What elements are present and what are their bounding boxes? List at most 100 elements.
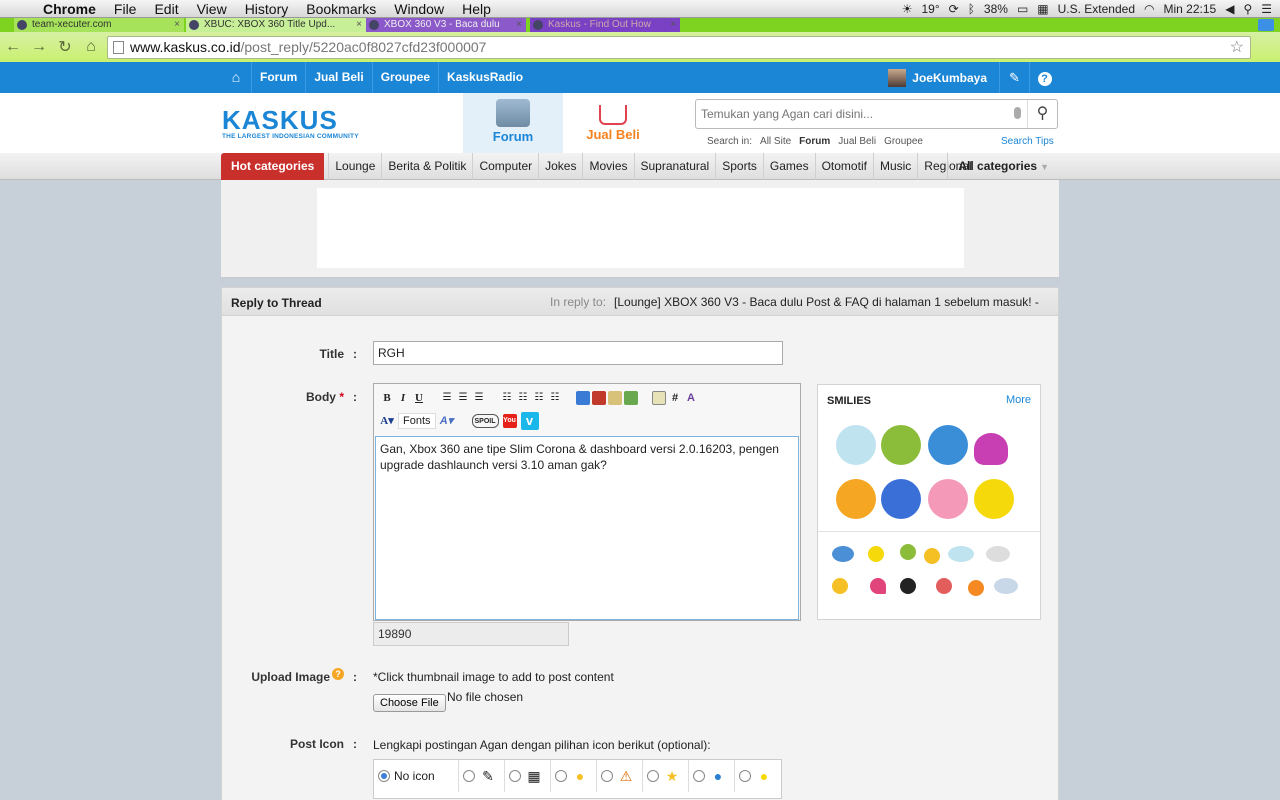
search-scope-allsite[interactable]: All Site: [760, 136, 791, 147]
category-sports[interactable]: Sports: [715, 153, 763, 180]
smiley-small-icon[interactable]: [948, 546, 974, 562]
bold-button[interactable]: B: [380, 391, 394, 405]
search-scope-groupee[interactable]: Groupee: [884, 136, 923, 147]
thread-title-link[interactable]: [Lounge] XBOX 360 V3 - Baca dulu Post & …: [614, 295, 1039, 309]
category-berita-politik[interactable]: Berita & Politik: [381, 153, 472, 180]
smiley-icon[interactable]: [881, 479, 921, 519]
search-input[interactable]: [701, 105, 1001, 123]
numbered-list-icon[interactable]: ☷: [516, 391, 530, 405]
all-categories-dropdown[interactable]: All categories ▼: [947, 153, 1059, 180]
close-tab-icon[interactable]: ×: [174, 18, 180, 32]
nav-groupee-link[interactable]: Groupee: [371, 62, 438, 93]
home-icon[interactable]: ⌂: [221, 62, 251, 93]
browser-tab[interactable]: Kaskus - Find Out How ×: [530, 18, 680, 32]
title-input[interactable]: RGH: [373, 341, 783, 365]
smiley-small-icon[interactable]: [994, 578, 1018, 594]
address-bar[interactable]: www.kaskus.co.id/post_reply/5220ac0f8027…: [107, 36, 1251, 59]
browser-tab[interactable]: XBUC: XBOX 360 Title Upd... ×: [186, 18, 366, 32]
category-games[interactable]: Games: [762, 153, 815, 180]
outdent-icon[interactable]: ☷: [548, 391, 562, 405]
smiley-small-icon[interactable]: [968, 580, 984, 596]
help-question-icon[interactable]: ?: [332, 668, 344, 680]
underline-button[interactable]: U: [412, 391, 426, 405]
clock[interactable]: Min 22:15: [1164, 0, 1217, 18]
close-tab-icon[interactable]: ×: [670, 18, 676, 32]
quote-icon[interactable]: [652, 391, 666, 405]
avatar[interactable]: [888, 68, 907, 87]
battery-icon[interactable]: ▭: [1017, 0, 1028, 18]
post-icon-option[interactable]: ⚠: [597, 760, 643, 792]
choose-file-button[interactable]: Choose File: [373, 694, 446, 712]
align-right-icon[interactable]: ☰: [472, 391, 486, 405]
vimeo-icon[interactable]: v: [520, 412, 539, 430]
wifi-icon[interactable]: ◠: [1144, 0, 1154, 18]
insert-image-icon[interactable]: [624, 391, 638, 405]
menu-app-chrome[interactable]: Chrome: [34, 0, 105, 18]
smiley-icon[interactable]: [974, 479, 1014, 519]
post-icon-option[interactable]: ★: [643, 760, 689, 792]
search-scope-jualbeli[interactable]: Jual Beli: [838, 136, 876, 147]
spoiler-icon[interactable]: SPOIL: [471, 414, 499, 428]
smiley-small-icon[interactable]: [924, 548, 940, 564]
smiley-icon[interactable]: [881, 425, 921, 465]
italic-button[interactable]: I: [396, 391, 410, 405]
font-size-icon[interactable]: A▾: [440, 414, 454, 428]
hash-icon[interactable]: #: [668, 391, 682, 405]
nav-forum-link[interactable]: Forum: [251, 62, 305, 93]
post-icon-option[interactable]: ✎: [459, 760, 505, 792]
forward-icon[interactable]: →: [26, 38, 52, 56]
radio[interactable]: [555, 770, 567, 782]
smiley-small-icon[interactable]: [832, 546, 854, 562]
post-icon-option[interactable]: ●: [689, 760, 735, 792]
bookmark-star-icon[interactable]: ☆: [1230, 37, 1244, 58]
smiley-icon[interactable]: [928, 479, 968, 519]
reload-icon[interactable]: ↻: [52, 37, 78, 57]
category-music[interactable]: Music: [872, 153, 917, 180]
weather-icon[interactable]: ☀: [902, 0, 913, 18]
menu-edit[interactable]: Edit: [145, 0, 187, 18]
search-tips-link[interactable]: Search Tips: [1001, 136, 1054, 147]
help-button[interactable]: ?: [1029, 62, 1059, 93]
sync-icon[interactable]: ⟳: [949, 0, 959, 18]
post-icon-option[interactable]: ●: [551, 760, 597, 792]
youtube-icon[interactable]: You: [502, 414, 517, 428]
smiley-icon[interactable]: [928, 425, 968, 465]
search-scope-forum[interactable]: Forum: [799, 136, 830, 147]
smiley-small-icon[interactable]: [900, 578, 916, 594]
category-supranatural[interactable]: Supranatural: [633, 153, 716, 180]
smiley-small-icon[interactable]: [936, 578, 952, 594]
menu-help[interactable]: Help: [453, 0, 500, 18]
smilies-more-link[interactable]: More: [1006, 394, 1031, 406]
post-icon-option[interactable]: ▦: [505, 760, 551, 792]
category-computer[interactable]: Computer: [472, 153, 538, 180]
post-icon-option[interactable]: ●: [735, 760, 781, 792]
back-icon[interactable]: ←: [0, 38, 26, 56]
fonts-dropdown[interactable]: Fonts: [398, 413, 436, 429]
nav-kaskusradio-link[interactable]: KaskusRadio: [438, 62, 531, 93]
input-source[interactable]: U.S. Extended: [1058, 0, 1135, 18]
smiley-small-icon[interactable]: [900, 544, 916, 560]
radio[interactable]: [601, 770, 613, 782]
radio[interactable]: [739, 770, 751, 782]
radio[interactable]: [647, 770, 659, 782]
radio[interactable]: [509, 770, 521, 782]
category-jokes[interactable]: Jokes: [538, 153, 582, 180]
insert-link-icon[interactable]: [576, 391, 590, 405]
insert-email-icon[interactable]: [608, 391, 622, 405]
radio[interactable]: [463, 770, 475, 782]
smiley-icon[interactable]: [836, 425, 876, 465]
tab-jualbeli[interactable]: Jual Beli: [563, 93, 663, 153]
clear-format-icon[interactable]: A: [684, 391, 698, 405]
username-link[interactable]: JoeKumbaya: [912, 71, 999, 85]
indent-icon[interactable]: ☷: [532, 391, 546, 405]
category-lounge[interactable]: Lounge: [328, 153, 381, 180]
smiley-small-icon[interactable]: [832, 578, 848, 594]
fullscreen-icon[interactable]: [1258, 19, 1274, 31]
search-button[interactable]: ⚲: [1027, 100, 1057, 128]
browser-tab-active[interactable]: XBOX 360 V3 - Baca dulu ×: [366, 18, 526, 32]
font-color-icon[interactable]: A▾: [380, 414, 394, 428]
radio-selected[interactable]: [378, 770, 390, 782]
flag-icon[interactable]: ▦: [1037, 0, 1048, 18]
smiley-small-icon[interactable]: [868, 546, 884, 562]
category-movies[interactable]: Movies: [582, 153, 633, 180]
